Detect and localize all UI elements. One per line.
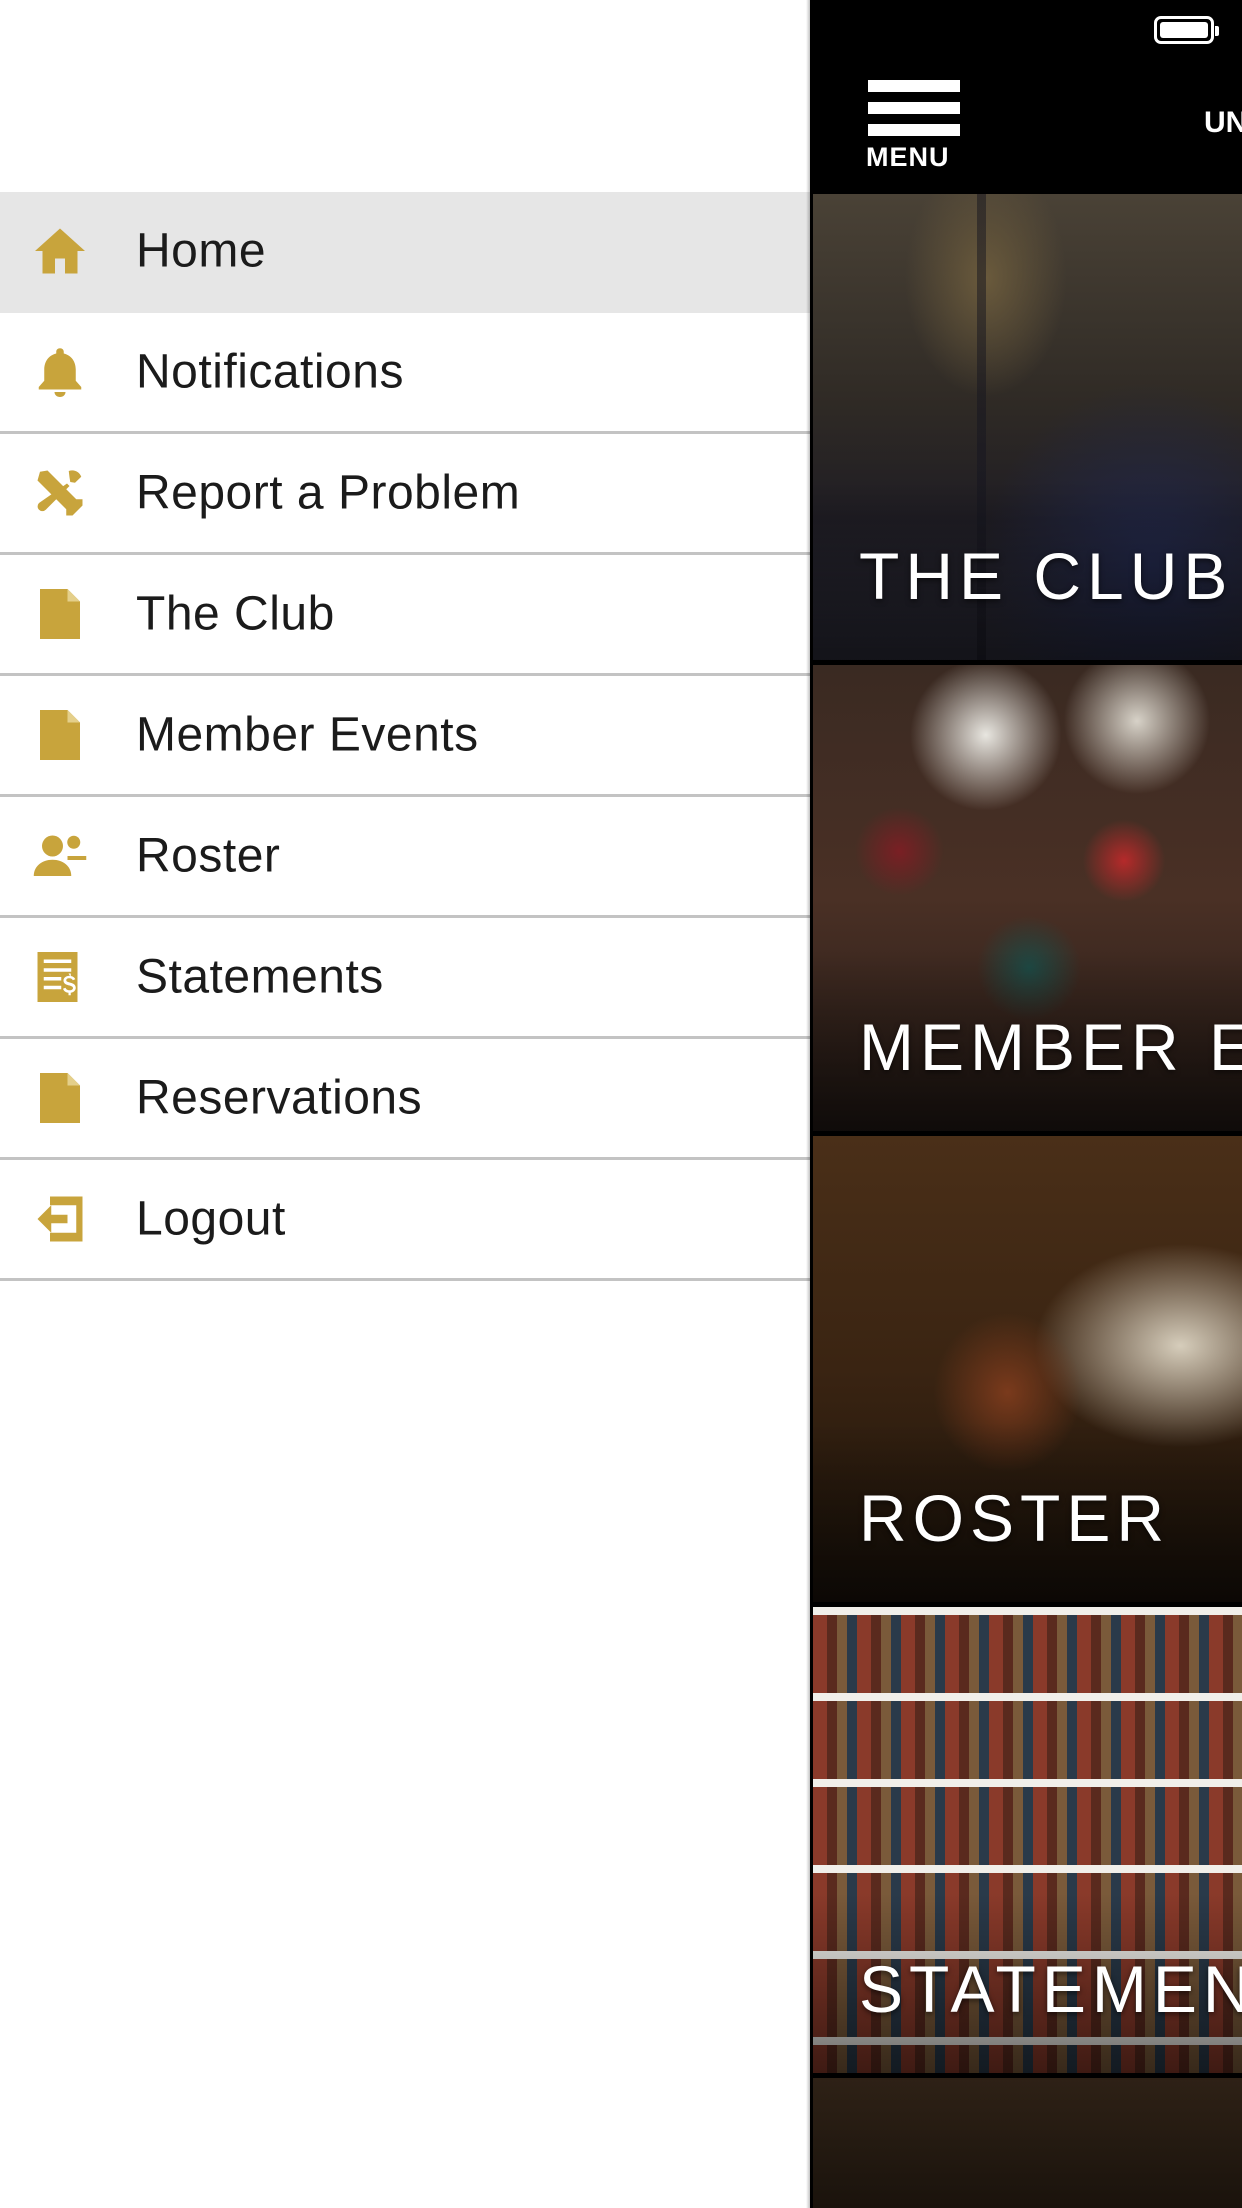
statement-icon [28, 945, 92, 1009]
tile-label: MEMBER EVENTS [859, 1010, 1242, 1084]
tile-statements[interactable]: STATEMENTS [813, 1607, 1242, 2073]
navigation-drawer: Home Notifications Report a Problem The … [0, 0, 810, 2208]
drawer-item-notifications[interactable]: Notifications [0, 313, 810, 434]
drawer-item-label: Home [136, 224, 267, 278]
drawer-item-label: Reservations [136, 1071, 423, 1125]
tile-reservations[interactable] [813, 2078, 1242, 2208]
menu-label: MENU [866, 142, 950, 172]
drawer-item-label: Roster [136, 829, 281, 883]
bell-icon [28, 340, 92, 404]
tools-icon [28, 461, 92, 525]
logout-icon [28, 1187, 92, 1251]
document-icon [28, 1066, 92, 1130]
battery-icon [1154, 16, 1219, 44]
drawer-item-roster[interactable]: Roster [0, 797, 810, 918]
drawer-item-label: Notifications [136, 345, 404, 399]
home-icon [28, 219, 92, 283]
tile-member-events[interactable]: MEMBER EVENTS [813, 665, 1242, 1131]
drawer-item-member-events[interactable]: Member Events [0, 676, 810, 797]
drawer-item-label: The Club [136, 587, 335, 641]
document-icon [28, 582, 92, 646]
tile-label: ROSTER [859, 1481, 1171, 1555]
drawer-item-label: Statements [136, 950, 384, 1004]
hamburger-icon-bar [868, 124, 960, 136]
drawer-item-label: Logout [136, 1192, 286, 1246]
drawer-item-the-club[interactable]: The Club [0, 555, 810, 676]
tile-the-club[interactable]: THE CLUB [813, 194, 1242, 660]
drawer-menu-list: Home Notifications Report a Problem The … [0, 192, 810, 1281]
document-icon [28, 703, 92, 767]
person-icon [28, 824, 92, 888]
header-title: UN [1204, 106, 1242, 139]
drawer-item-report-a-problem[interactable]: Report a Problem [0, 434, 810, 555]
reservations-photo [813, 2078, 1242, 2208]
hamburger-icon-bar [868, 102, 960, 114]
drawer-item-logout[interactable]: Logout [0, 1160, 810, 1281]
drawer-item-home[interactable]: Home [0, 192, 810, 313]
drawer-item-reservations[interactable]: Reservations [0, 1039, 810, 1160]
menu-button[interactable]: MENU [866, 80, 964, 176]
drawer-item-label: Report a Problem [136, 466, 521, 520]
drawer-item-label: Member Events [136, 708, 479, 762]
tile-label: STATEMENTS [859, 1952, 1242, 2026]
tile-label: THE CLUB [859, 539, 1234, 613]
tile-roster[interactable]: ROSTER [813, 1136, 1242, 1602]
drawer-item-statements[interactable]: Statements [0, 918, 810, 1039]
main-content: MENU UN THE CLUB MEMBER EVENTS ROSTER ST… [810, 0, 1242, 2208]
top-bar: MENU UN [810, 0, 1242, 193]
hamburger-icon [868, 80, 960, 92]
drawer-shadow [806, 0, 812, 2208]
